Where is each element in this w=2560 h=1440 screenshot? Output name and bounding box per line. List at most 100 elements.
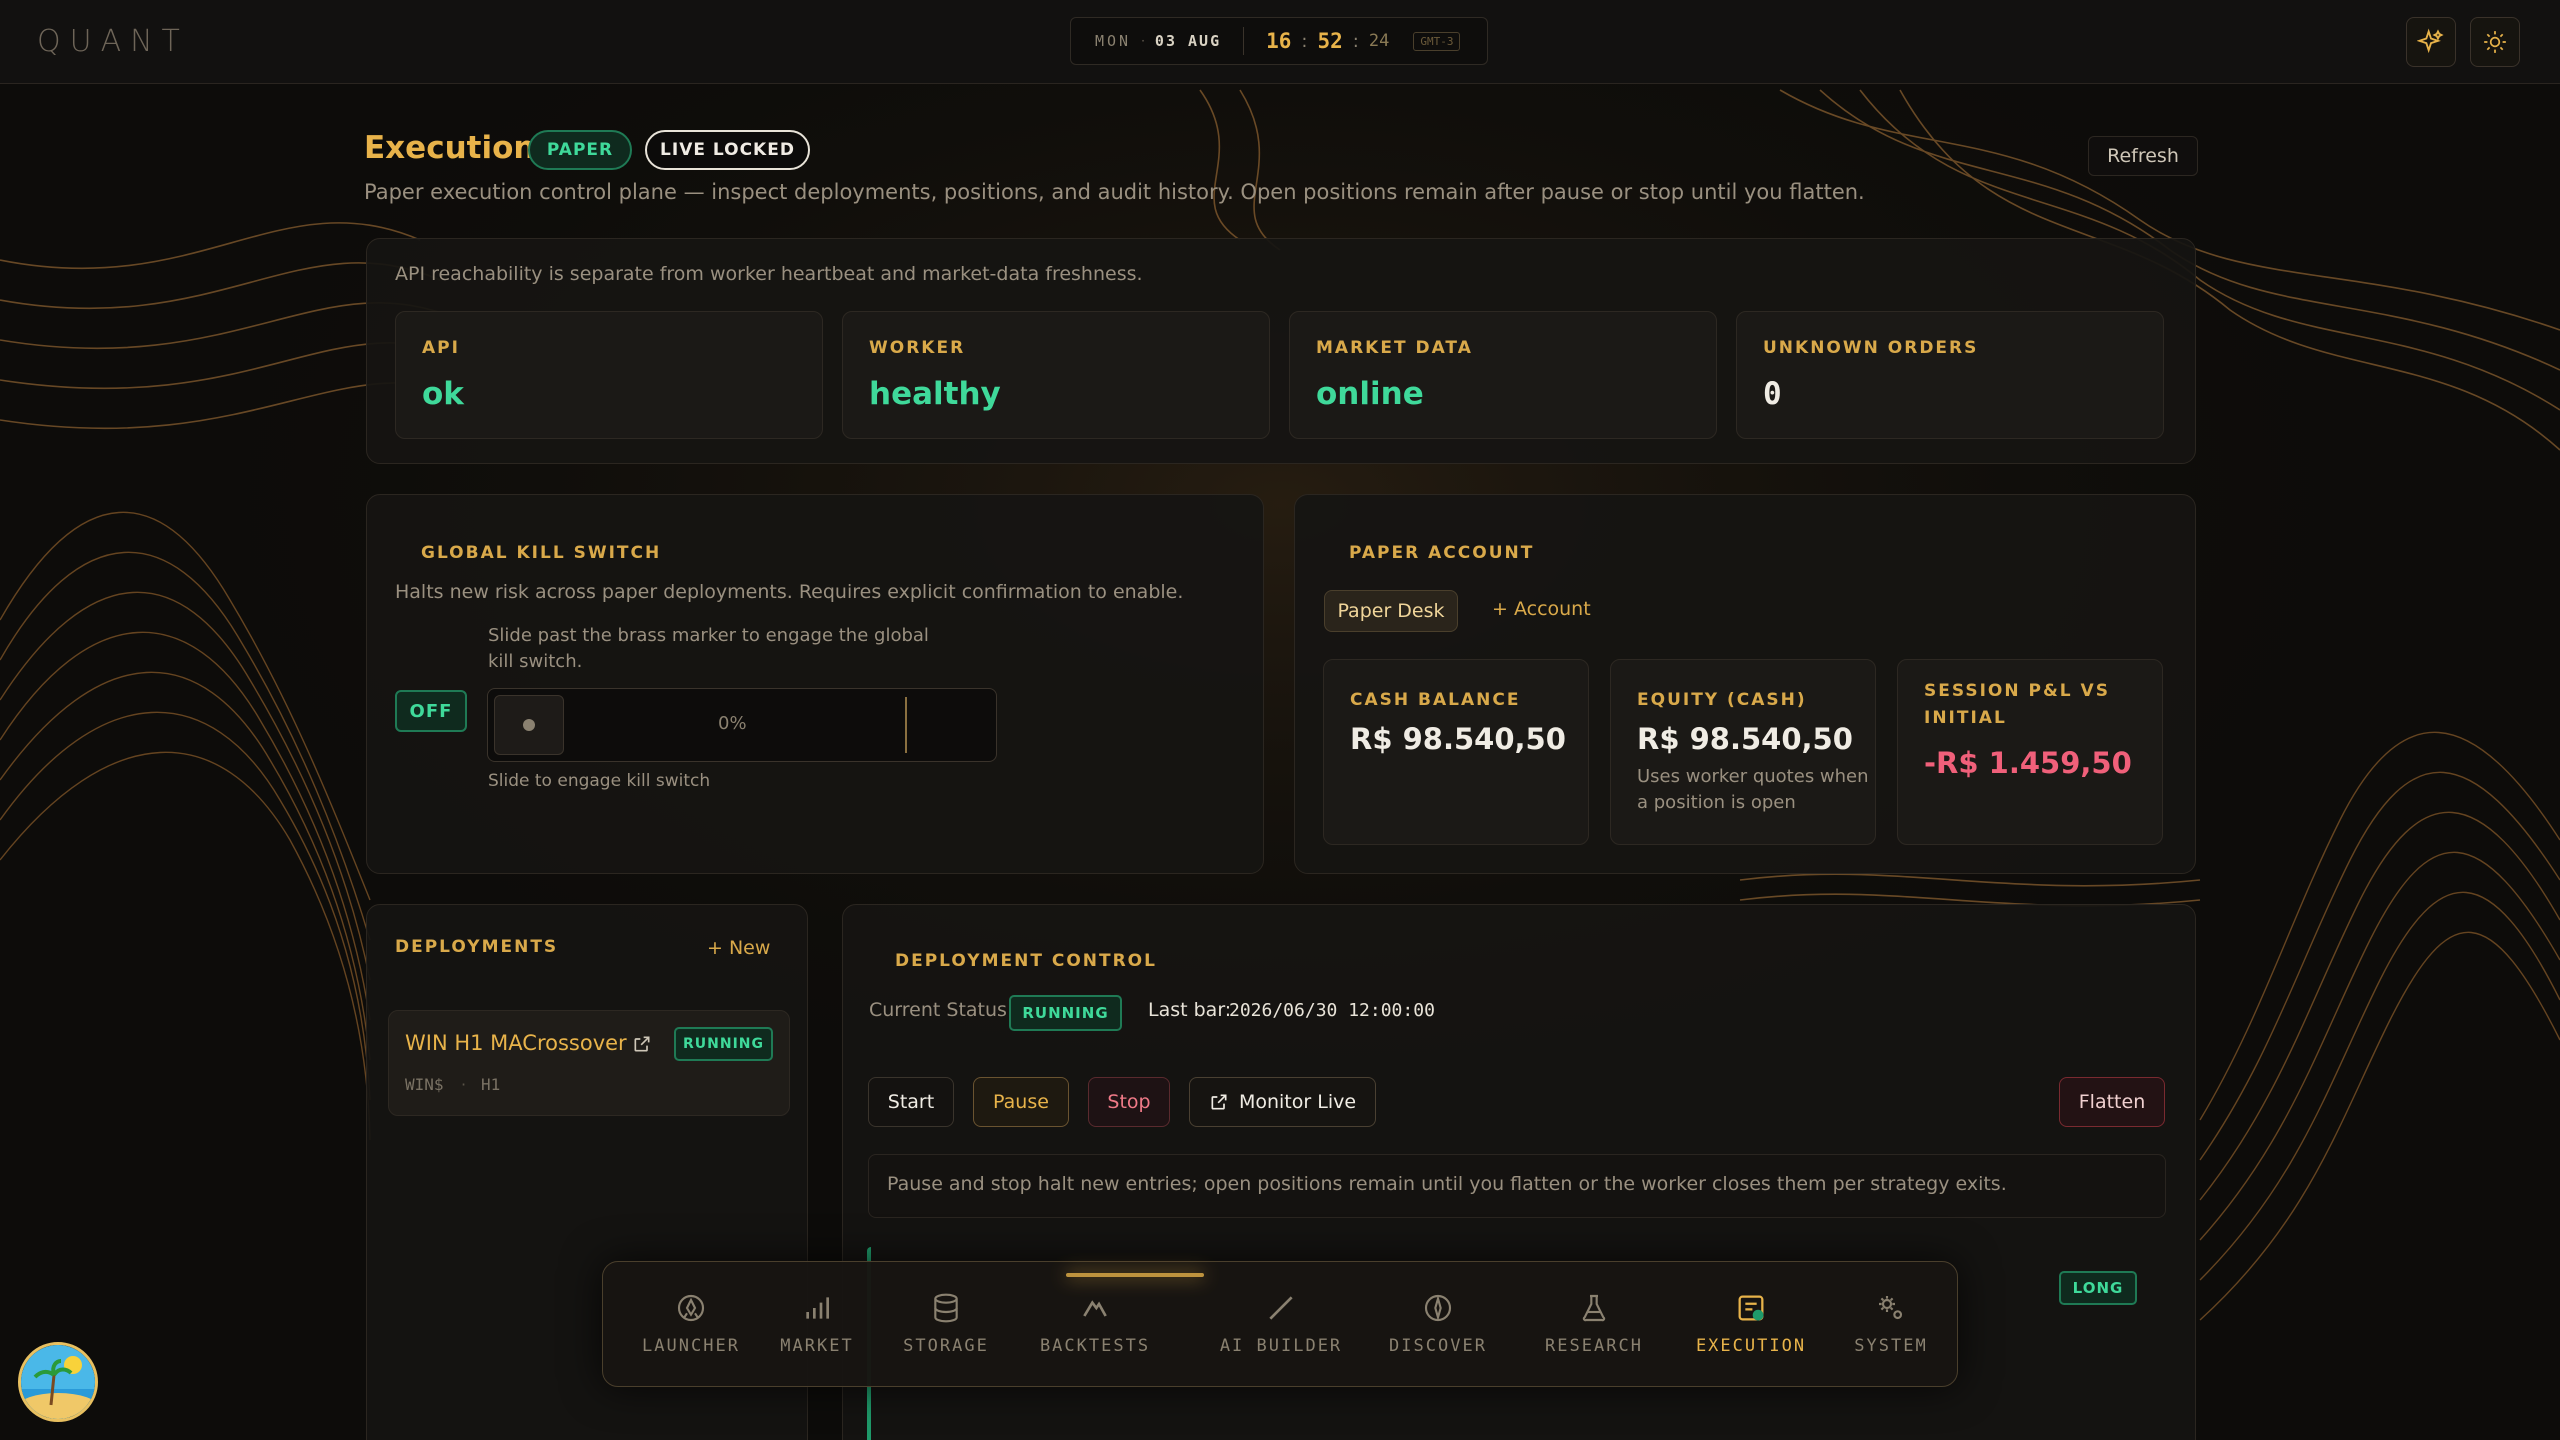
deployment-symbol: WIN$	[405, 1075, 444, 1094]
dock-item-label: RESEARCH	[1545, 1336, 1643, 1356]
dock-item-launcher[interactable]: LAUNCHER	[639, 1290, 743, 1370]
kill-switch-slider[interactable]: 0%	[487, 688, 997, 762]
clock-timezone: GMT-3	[1413, 31, 1461, 51]
dock-item-label: MARKET	[780, 1336, 854, 1356]
dock-item-label: STORAGE	[903, 1336, 989, 1356]
clock-seconds: 24	[1368, 31, 1390, 51]
dock-item-label: LAUNCHER	[642, 1336, 740, 1356]
clock-divider	[1243, 27, 1245, 55]
kill-switch-description: Halts new risk across paper deployments.…	[395, 581, 1184, 603]
theme-toggle-button[interactable]	[2470, 17, 2520, 67]
account-stat-label: EQUITY (CASH)	[1637, 690, 1807, 710]
health-stat-label: WORKER	[869, 338, 966, 358]
deployment-control-title: DEPLOYMENT CONTROL	[895, 951, 1157, 971]
page-subtitle: Paper execution control plane — inspect …	[364, 180, 1865, 204]
user-avatar[interactable]	[18, 1342, 98, 1422]
kill-switch-slider-handle[interactable]	[494, 695, 564, 755]
health-stat-market-data: MARKET DATA online	[1289, 311, 1717, 439]
deployment-list-item[interactable]: WIN H1 MACrossover RUNNING WIN$ · H1	[388, 1010, 790, 1116]
paper-account-card: PAPER ACCOUNT CASH BALANCE R$ 98.540,50 …	[1294, 494, 2196, 874]
live-locked-badge[interactable]: LIVE LOCKED	[645, 130, 810, 170]
last-bar-timestamp: 2026/06/30 12:00:00	[1229, 1000, 1435, 1021]
health-stat-value: healthy	[869, 376, 1001, 412]
compass-icon	[1424, 1294, 1452, 1322]
account-stat-value: R$ 98.540,50	[1637, 722, 1853, 756]
paper-badge: PAPER	[528, 130, 632, 170]
wand-icon	[1269, 1296, 1293, 1320]
deployment-meta-separator: ·	[461, 1075, 467, 1094]
add-account-button[interactable]: + Account	[1492, 598, 1591, 620]
account-stat-value: R$ 98.540,50	[1350, 722, 1566, 756]
control-info-note: Pause and stop halt new entries; open po…	[868, 1154, 2166, 1218]
dock-item-label: EXECUTION	[1695, 1336, 1807, 1356]
sparkle-icon	[2417, 28, 2444, 54]
flatten-button[interactable]: Flatten	[2059, 1077, 2165, 1127]
deployments-title: DEPLOYMENTS	[395, 937, 559, 957]
paper-account-title: PAPER ACCOUNT	[1349, 543, 1535, 563]
monitor-live-label: Monitor Live	[1238, 1091, 1357, 1113]
account-stat-label: SESSION P&L VS INITIAL	[1924, 681, 2110, 728]
account-stat-session-pnl: SESSION P&L VS INITIAL -R$ 1.459,50	[1897, 659, 2163, 845]
receipt-icon	[1738, 1295, 1764, 1321]
dock-item-label: DISCOVER	[1389, 1336, 1487, 1356]
dock-item-research[interactable]: RESEARCH	[1535, 1290, 1653, 1370]
dock-item-backtests[interactable]: BACKTESTS	[1033, 1290, 1157, 1370]
kill-switch-title: GLOBAL KILL SWITCH	[421, 543, 662, 563]
dock-item-market[interactable]: MARKET	[775, 1290, 859, 1370]
top-bar: QUANT MON · 03 AUG 16 : 52 : 24 GMT-3	[0, 0, 2560, 84]
current-status-badge: RUNNING	[1009, 995, 1122, 1031]
clock-dot: ·	[1141, 34, 1145, 48]
dock-item-ai-builder[interactable]: AI BUILDER	[1213, 1290, 1349, 1370]
clock-colon: :	[1301, 30, 1308, 52]
kill-switch-instruction: Slide past the brass marker to engage th…	[488, 625, 929, 672]
kill-switch-progress: 0%	[718, 713, 747, 734]
account-stat-note: Uses worker quotes when a position is op…	[1637, 766, 1869, 813]
account-stat-value: -R$ 1.459,50	[1924, 746, 2132, 780]
pause-button[interactable]: Pause	[973, 1077, 1069, 1127]
health-stat-api: API ok	[395, 311, 823, 439]
gears-icon	[1879, 1296, 1903, 1320]
start-button[interactable]: Start	[868, 1077, 954, 1127]
beach-avatar-icon	[21, 1345, 95, 1419]
health-note: API reachability is separate from worker…	[395, 263, 1143, 285]
clock-day: MON	[1095, 32, 1132, 50]
dock-item-storage[interactable]: STORAGE	[899, 1290, 993, 1370]
dock-item-discover[interactable]: DISCOVER	[1383, 1290, 1493, 1370]
dock-item-execution[interactable]: EXECUTION	[1685, 1290, 1817, 1370]
sun-icon	[2484, 31, 2506, 53]
brass-marker	[905, 697, 907, 753]
monitor-live-button[interactable]: Monitor Live	[1189, 1077, 1376, 1127]
active-dock-glow	[1066, 1273, 1204, 1277]
flask-icon	[1582, 1294, 1606, 1322]
bar-chart-icon	[806, 1297, 829, 1319]
app-logo[interactable]: QUANT	[37, 24, 189, 59]
page-title: Execution	[364, 130, 536, 166]
current-status-label: Current Status:	[869, 999, 1014, 1021]
last-bar-label: Last bar:	[1148, 999, 1232, 1021]
deployment-name[interactable]: WIN H1 MACrossover	[405, 1031, 627, 1055]
health-stat-label: UNKNOWN ORDERS	[1763, 338, 1979, 358]
clock: MON · 03 AUG 16 : 52 : 24 GMT-3	[1070, 17, 1488, 65]
new-deployment-button[interactable]: + New	[707, 937, 770, 959]
health-stat-label: MARKET DATA	[1316, 338, 1473, 358]
dock-item-label: SYSTEM	[1854, 1336, 1928, 1356]
dock-item-system[interactable]: SYSTEM	[1845, 1290, 1937, 1370]
kill-switch-state-badge: OFF	[395, 690, 467, 732]
rocket-icon	[677, 1294, 705, 1322]
clock-date: 03 AUG	[1154, 32, 1222, 50]
tab-paper-desk[interactable]: Paper Desk	[1324, 590, 1458, 632]
health-stat-unknown-orders: UNKNOWN ORDERS 0	[1736, 311, 2164, 439]
clock-hours: 16	[1266, 29, 1292, 53]
sparkle-button[interactable]	[2406, 17, 2456, 67]
deployment-status-badge: RUNNING	[674, 1027, 773, 1061]
dock-item-label: AI BUILDER	[1219, 1336, 1343, 1356]
bottom-dock: LAUNCHER MARKET STORAGE BACKTESTS AI BUI…	[602, 1261, 1958, 1387]
kill-switch-hint: Slide to engage kill switch	[488, 771, 711, 791]
health-card: API reachability is separate from worker…	[366, 238, 2196, 464]
refresh-button[interactable]: Refresh	[2088, 136, 2198, 176]
external-link-icon[interactable]	[632, 1034, 652, 1054]
account-stat-label: CASH BALANCE	[1350, 690, 1521, 710]
stop-button[interactable]: Stop	[1088, 1077, 1170, 1127]
health-stat-value: online	[1316, 376, 1424, 412]
clock-colon: :	[1352, 30, 1359, 52]
